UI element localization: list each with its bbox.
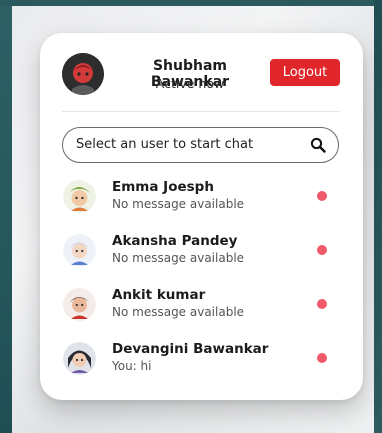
avatar-emma-icon (63, 180, 96, 213)
logout-button[interactable]: Logout (270, 59, 340, 86)
chat-list-item[interactable]: Akansha Pandey No message available (62, 230, 342, 284)
chat-list-item[interactable]: Ankit kumar No message available (62, 284, 342, 338)
chat-contact-name: Ankit kumar (112, 287, 206, 303)
user-avatar-icon (62, 53, 104, 95)
chat-last-message: No message available (112, 305, 245, 319)
status-dot-icon (317, 353, 327, 363)
chat-contact-name: Emma Joesph (112, 179, 214, 195)
chat-header: Shubham Bawankar Active now Logout (62, 53, 342, 99)
chat-list-item[interactable]: Emma Joesph No message available (62, 176, 342, 230)
chat-list-item[interactable]: Devangini Bawankar You: hi (62, 338, 342, 392)
chat-list: Emma Joesph No message available Akansha… (62, 176, 342, 392)
current-user-status: Active now (155, 76, 225, 91)
background-edge-top (0, 0, 382, 6)
chat-last-message: You: hi (112, 359, 152, 373)
chat-panel: Shubham Bawankar Active now Logout Selec… (40, 33, 363, 400)
search-label: Select an user to start chat (76, 137, 254, 152)
search-icon[interactable] (310, 137, 326, 153)
chat-last-message: No message available (112, 197, 245, 211)
chat-contact-name: Akansha Pandey (112, 233, 238, 249)
chat-contact-name: Devangini Bawankar (112, 341, 269, 357)
header-divider (62, 111, 340, 112)
chat-last-message: No message available (112, 251, 245, 265)
avatar-devangini-icon (63, 342, 96, 375)
background-edge-left (0, 0, 12, 433)
status-dot-icon (317, 245, 327, 255)
status-dot-icon (317, 299, 327, 309)
status-dot-icon (317, 191, 327, 201)
background-edge-right (374, 0, 382, 433)
user-search-bar[interactable]: Select an user to start chat (62, 127, 339, 163)
avatar-akansha-icon (63, 234, 96, 267)
avatar-ankit-icon (63, 288, 96, 321)
